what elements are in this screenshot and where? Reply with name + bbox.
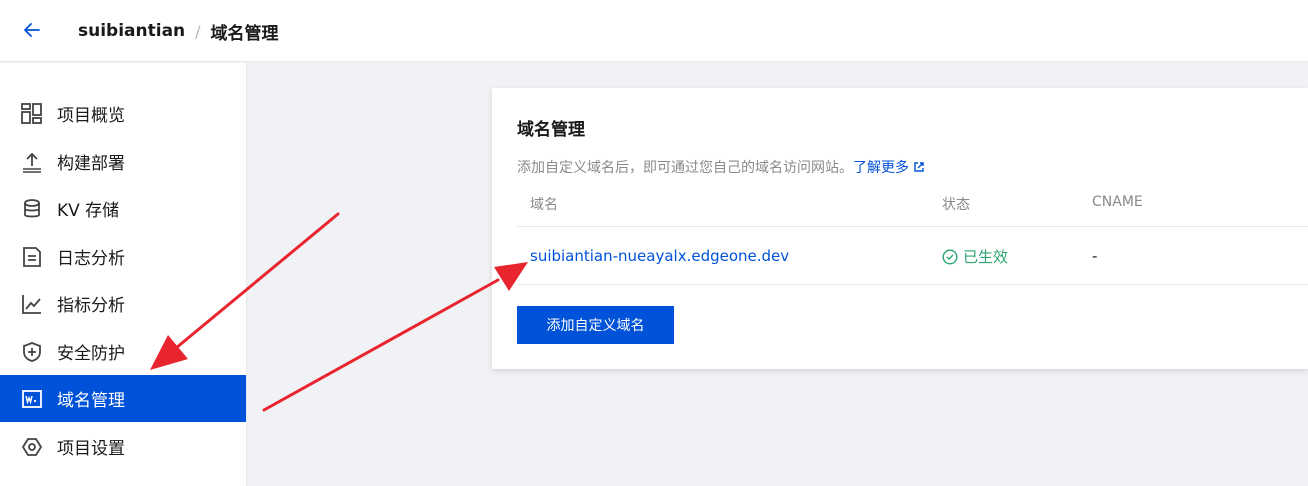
add-custom-domain-button[interactable]: 添加自定义域名 — [517, 306, 674, 344]
card-title: 域名管理 — [517, 120, 585, 140]
status-badge: 已生效 — [942, 246, 1008, 267]
shield-icon — [23, 342, 41, 362]
sidebar-item-overview[interactable]: 项目概览 — [0, 90, 246, 137]
cname-value: - — [1092, 247, 1098, 265]
sidebar-item-label: 日志分析 — [57, 249, 125, 269]
breadcrumb-separator: / — [195, 21, 201, 41]
breadcrumb-current: 域名管理 — [210, 23, 279, 44]
sidebar-item-settings[interactable]: 项目设置 — [0, 423, 246, 470]
sidebar-item-security[interactable]: 安全防护 — [0, 328, 246, 375]
sidebar-item-label: KV 存储 — [57, 201, 120, 221]
card-description: 添加自定义域名后，即可通过您自己的域名访问网站。了解更多 — [517, 157, 925, 177]
column-header-cname: CNAME — [1092, 194, 1143, 210]
description-text: 添加自定义域名后，即可通过您自己的域名访问网站。 — [517, 160, 853, 176]
domain-icon — [22, 390, 42, 408]
dashboard-icon — [21, 103, 42, 124]
column-header-domain: 域名 — [530, 197, 558, 213]
arrow-to-domain-icon — [262, 262, 528, 412]
sidebar-item-label: 项目设置 — [57, 439, 125, 459]
chart-icon — [22, 295, 41, 314]
back-arrow-icon[interactable] — [20, 18, 44, 42]
document-icon — [23, 247, 41, 267]
sidebar-item-label: 域名管理 — [57, 391, 125, 411]
domain-link[interactable]: suibiantian-nueayalx.edgeone.dev — [530, 247, 789, 265]
sidebar-item-build[interactable]: 构建部署 — [0, 138, 246, 185]
table-divider — [517, 284, 1308, 285]
database-icon — [24, 199, 40, 218]
column-header-status: 状态 — [942, 197, 970, 213]
table-divider — [517, 226, 1308, 227]
sidebar-item-label: 构建部署 — [57, 154, 125, 174]
external-link-icon — [914, 162, 924, 172]
settings-icon — [21, 438, 43, 456]
sidebar-item-label: 安全防护 — [57, 344, 125, 364]
upload-icon — [23, 152, 41, 173]
sidebar-item-label: 指标分析 — [57, 296, 125, 316]
check-circle-icon — [942, 248, 958, 265]
domain-management-card: 域名管理 添加自定义域名后，即可通过您自己的域名访问网站。了解更多 域名 状态 … — [492, 88, 1308, 369]
top-header: suibiantian / 域名管理 — [0, 0, 1308, 62]
sidebar-item-kv[interactable]: KV 存储 — [0, 185, 246, 232]
breadcrumb: suibiantian / 域名管理 — [78, 0, 279, 62]
breadcrumb-project[interactable]: suibiantian — [78, 21, 185, 41]
sidebar-item-label: 项目概览 — [57, 106, 125, 126]
sidebar: 项目概览 构建部署 KV 存储 日志分析 指标分析 安全防护 域名管理 项目设置 — [0, 63, 247, 486]
learn-more-link[interactable]: 了解更多 — [853, 160, 925, 176]
sidebar-item-domains[interactable]: 域名管理 — [0, 375, 246, 422]
sidebar-item-logs[interactable]: 日志分析 — [0, 233, 246, 280]
sidebar-item-metrics[interactable]: 指标分析 — [0, 280, 246, 327]
